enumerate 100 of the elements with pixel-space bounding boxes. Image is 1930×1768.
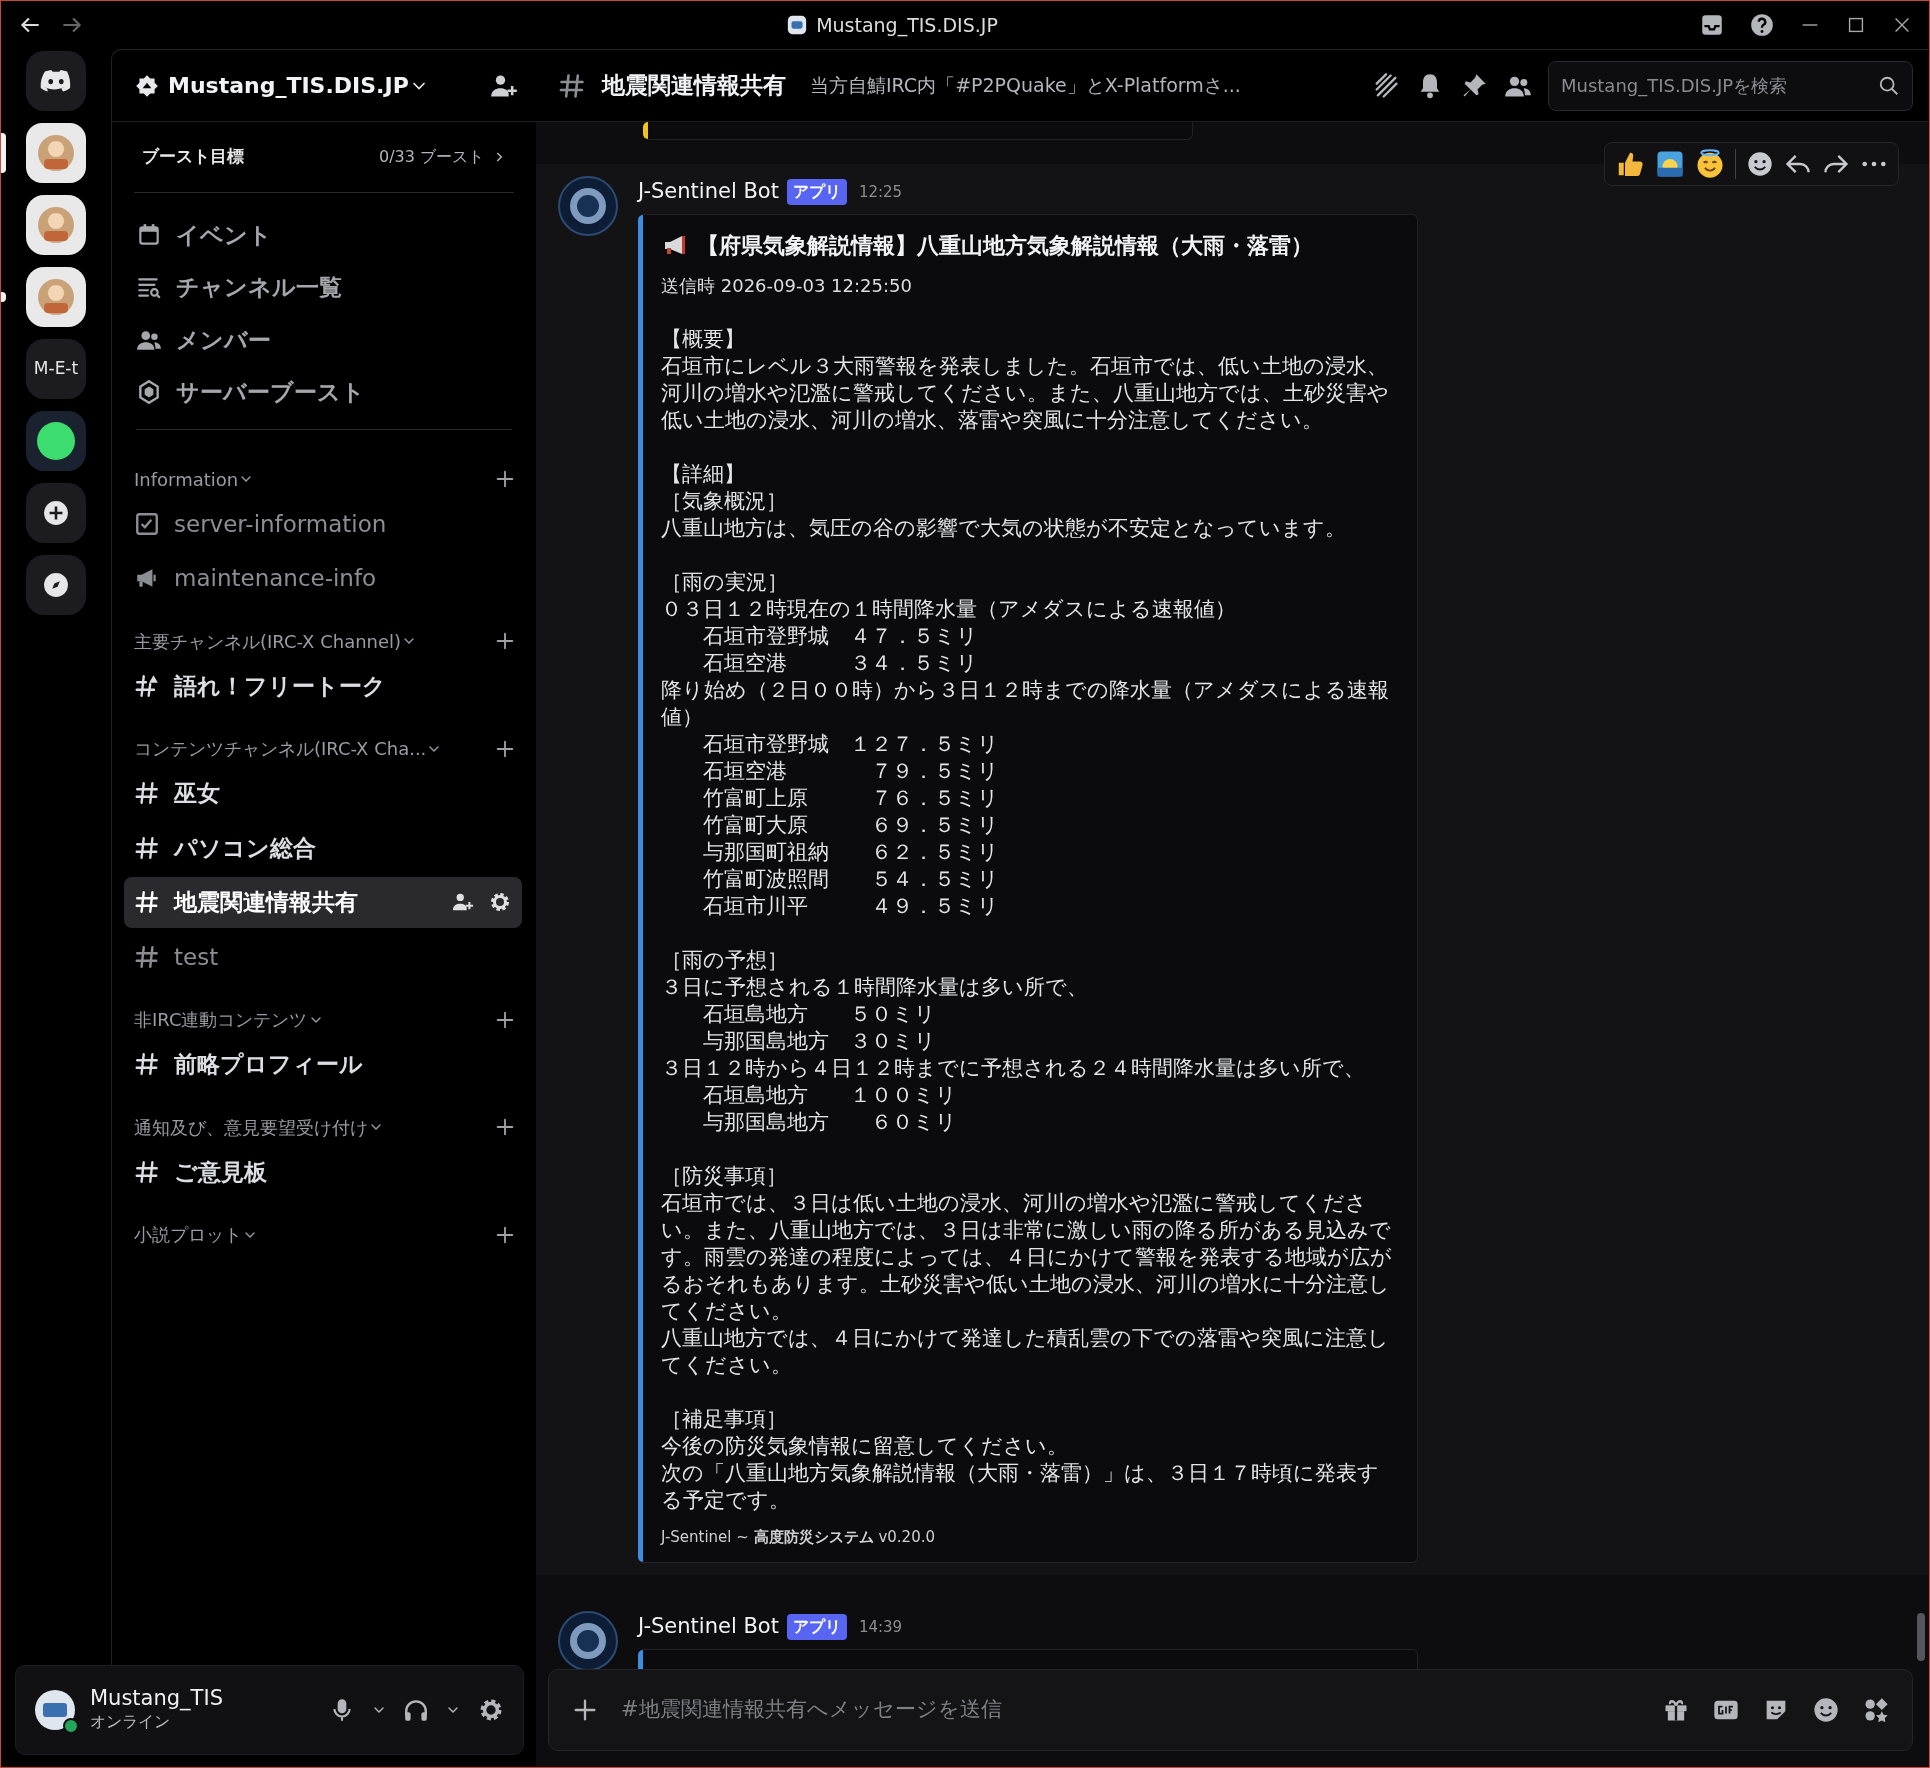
embed-text: 与那国島地方 ３０ミリ [702, 1027, 937, 1055]
bot-avatar-icon [558, 1611, 618, 1669]
sidebar-item[interactable]: チャンネル一覧 [176, 270, 342, 305]
category-header[interactable]: コンテンツチャンネル(IRC-X Cha... [134, 735, 427, 762]
inbox-icon[interactable] [1699, 12, 1725, 38]
sunrise-icon[interactable] [1655, 149, 1685, 179]
calendar-icon [136, 221, 162, 248]
help-icon[interactable] [1749, 12, 1775, 38]
embed-text: ０３日１２時現在の１時間降水量（アメダスによる速報値） [661, 595, 1237, 623]
embed-title: 【府県気象解説情報】八重山地方気象解説情報（大雨・落雷） [697, 231, 1313, 260]
hash-icon [134, 1051, 160, 1078]
add-channel-icon[interactable] [494, 630, 516, 652]
server-logo-icon [786, 14, 809, 36]
boost-icon [136, 379, 162, 406]
channel-title: 地震関連情報共有 [602, 71, 786, 101]
embed-text: ［補足事項］ [661, 1405, 788, 1433]
embed-text: 石垣市では、３日は低い土地の浸水、河川の増水や氾濫に警戒してください。また、八重山地方では、３日は非常に激しい雨の降る所がある見込みです。雨雲の発達の程度によっては、４日にかけて警報を発表する地域が広がるおそれもあります。土砂災害や低い土地の浸水、河川の増水に十分注意してください。 [661, 1189, 1393, 1325]
category-header[interactable]: Information [134, 465, 239, 493]
add-channel-icon[interactable] [494, 1116, 516, 1138]
embed-text: 石垣市にレベル３大雨警報を発表しました。石垣市では、低い土地の浸水、河川の増水や氾濫に警戒してください。また、八重山地方では、土砂災害や低い土地の浸水、河川の増水、落雷や突風に十分注意してください。 [661, 352, 1390, 434]
message-time: 12:25 [858, 181, 903, 203]
boost-goal-bar[interactable]: ブースト目標 0/33 ブースト [134, 122, 514, 193]
embed-text: ［防災事項］ [661, 1162, 788, 1190]
discord-logo-icon [39, 68, 73, 94]
embed-text: 【詳細】 [661, 460, 746, 488]
hash-icon [134, 834, 160, 861]
embed-text: ３日１２時から４日１２時までに予想される２４時間降水量は多い所で、 [661, 1054, 1366, 1082]
embed-text: 八重山地方では、４日にかけて発達した積乱雲の下での落雷や突風に注意してください。 [661, 1324, 1390, 1379]
embed-text: 石垣市登野城 １２７．５ミリ [702, 730, 1000, 758]
embed-text: 次の「八重山地方気象解説情報（大雨・落雷）」は、３日１７時頃に発表する予定です。 [661, 1459, 1380, 1514]
channel-topic[interactable]: 当方自鯖IRC内「#P2PQuake」とX-Platformさ... [810, 71, 1241, 100]
embed-text: 竹富町大原 ６９．５ミリ [702, 811, 1000, 839]
halo-smiley-icon[interactable] [1695, 149, 1725, 179]
emoji-icon[interactable] [1812, 1696, 1840, 1724]
boost-count: 0/33 ブースト [379, 145, 484, 168]
channel-item[interactable]: 巫女 [124, 768, 522, 819]
embed-text: ［雨の実況］ [661, 568, 789, 596]
hash-icon [134, 889, 160, 916]
sidebar-item[interactable]: メンバー [176, 322, 271, 357]
sidebar-item[interactable]: イベント [176, 217, 272, 252]
category-header[interactable]: 通知及び、意見要望受け付け [134, 1113, 368, 1141]
embed-footer: J-Sentinel ~ 高度防災システム v0.20.0 [661, 1525, 1399, 1548]
online-status-icon [63, 1718, 79, 1734]
search-icon [1878, 74, 1900, 97]
compass-icon [43, 572, 69, 598]
user-avatar-icon [34, 1689, 76, 1731]
rules-icon [134, 510, 160, 537]
channel-item[interactable]: 語れ！フリートーク [124, 660, 522, 711]
embed-text: 石垣市川平 ４９．５ミリ [702, 892, 1000, 920]
user-status: オンライン [90, 1711, 171, 1734]
hash-icon [134, 672, 160, 699]
embed-text: ［雨の予想］ [661, 946, 789, 974]
embed-text: 石垣島地方 ５０ミリ [702, 1000, 937, 1028]
hash-icon [134, 943, 160, 970]
search-field[interactable]: Mustang_TIS.DIS.JPを検索 [1548, 60, 1913, 111]
sent-time: 送信時 2026-09-03 12:25:50 [661, 273, 913, 298]
add-reaction-icon[interactable] [1746, 150, 1774, 178]
channel-item[interactable]: server-information [124, 498, 522, 549]
add-channel-icon[interactable] [494, 468, 516, 490]
embed-text: 今後の防災気象情報に留意してください。 [661, 1432, 1069, 1460]
message-time: 14:39 [858, 1616, 903, 1638]
embed-text: 八重山地方は、気圧の谷の影響で大気の状態が不安定となっています。 [661, 514, 1347, 542]
embed-text: 降り始め（２日００時）から３日１２時までの降水量（アメダスによる速報値） [661, 676, 1390, 731]
channel-item[interactable]: 前略プロフィール [124, 1039, 522, 1090]
category-header[interactable]: 非IRC連動コンテンツ [134, 1006, 308, 1033]
category-header[interactable]: 主要チャンネル(IRC-X Channel) [134, 627, 402, 655]
channel-item[interactable]: パソコン総合 [124, 822, 522, 873]
headphones-icon[interactable] [403, 1697, 429, 1723]
user-name: Mustang_TIS [90, 1685, 224, 1711]
channel-item[interactable]: maintenance-info [124, 553, 522, 604]
embed-text: 与那国島地方 ６０ミリ [702, 1108, 958, 1136]
circle-icon [34, 419, 78, 463]
message-field[interactable]: #地震関連情報共有へメッセージを送信 [548, 1669, 1913, 1751]
embed-text: 石垣島地方 １００ミリ [702, 1081, 958, 1109]
hash-icon [134, 780, 160, 807]
embed-text: ３日に予想される１時間降水量は多い所で、 [661, 973, 1089, 1001]
sidebar-item[interactable]: サーバーブースト [176, 375, 365, 410]
bot-avatar-icon [558, 176, 618, 236]
embed-text: ［気象概況］ [661, 487, 788, 515]
author-name[interactable]: J-Sentinel Bot [638, 1611, 779, 1643]
category-header[interactable]: 小説プロット [134, 1221, 242, 1248]
channel-item[interactable]: test [124, 931, 522, 982]
plus-icon [43, 500, 69, 526]
embed-text: 石垣市登野城 ４７．５ミリ [702, 622, 979, 650]
hash-icon [558, 71, 586, 100]
scrollbar-thumb[interactable] [1917, 1613, 1925, 1661]
embed-text: 石垣空港 ３４．５ミリ [702, 649, 979, 677]
app-tag: アプリ [786, 1613, 847, 1640]
unread-indicator [1, 292, 6, 302]
embed-text: 竹富町波照間 ５４．５ミリ [702, 865, 1000, 893]
threads-icon[interactable] [1372, 71, 1400, 100]
channel-item[interactable]: ご意見板 [124, 1146, 522, 1197]
boost-goal-label: ブースト目標 [142, 145, 244, 168]
embed-text: 石垣空港 ７９．５ミリ [702, 757, 1000, 785]
server-name[interactable]: Mustang_TIS.DIS.JP [168, 69, 409, 102]
embed-text: 竹富町上原 ７６．５ミリ [702, 784, 1000, 812]
hash-icon [134, 1158, 160, 1185]
channel-item[interactable]: 地震関連情報共有 [124, 877, 522, 928]
author-name[interactable]: J-Sentinel Bot [638, 176, 779, 208]
app-tag: アプリ [786, 178, 847, 205]
